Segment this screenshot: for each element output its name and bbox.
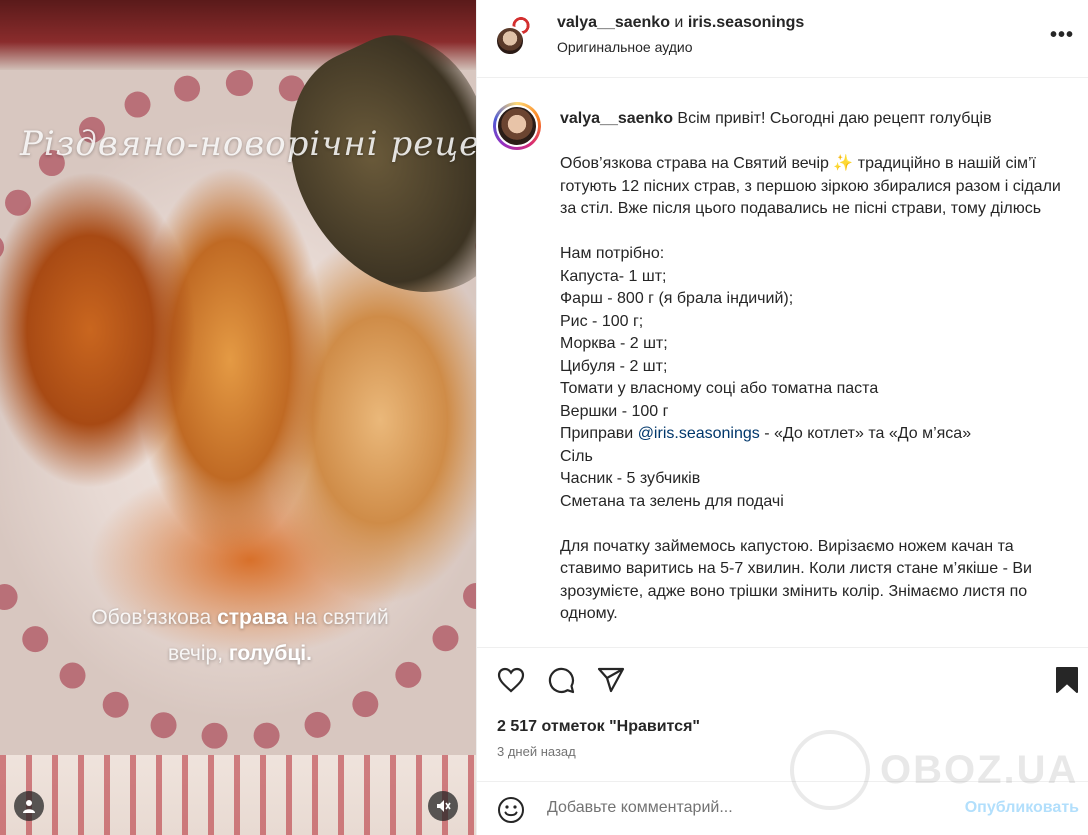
list-item: Рис - 100 г; xyxy=(560,312,644,330)
save-button[interactable] xyxy=(1051,664,1083,696)
post-details-panel: valya__saenko и iris.seasonings Оригинал… xyxy=(476,0,1088,835)
avatar[interactable] xyxy=(493,102,541,150)
user-icon xyxy=(23,800,35,813)
more-options-icon[interactable]: ••• xyxy=(1050,24,1074,47)
list-item: Фарш - 800 г (я брала індичий); xyxy=(560,290,794,307)
caption-paragraph: Для початку займемось капустою. Вирізаєм… xyxy=(560,537,1032,623)
video-subtitle: Обов'язкова страва на святий вечір, голу… xyxy=(91,606,389,665)
collaborator-link[interactable]: iris.seasonings xyxy=(688,14,805,31)
watermark: OBOZ.UA xyxy=(790,720,1080,820)
list-item: Приправи @iris.seasonings - «До котлет» … xyxy=(560,425,972,442)
comments-section[interactable]: valya__saenko Всім привіт! Сьогодні даю … xyxy=(477,78,1088,646)
paper-plane-icon xyxy=(597,667,625,693)
tagged-users-button[interactable] xyxy=(14,791,44,821)
post-timestamp[interactable]: 3 дней назад xyxy=(497,744,576,759)
tablecloth-embroidery xyxy=(0,755,476,835)
list-item: Сіль xyxy=(560,447,593,465)
likes-count[interactable]: 2 517 отметок "Нравится" xyxy=(497,718,700,736)
mute-button[interactable] xyxy=(428,791,458,821)
post-caption: valya__saenko Всім привіт! Сьогодні даю … xyxy=(560,108,1070,626)
list-item: Часник - 5 зубчиків xyxy=(560,470,701,487)
speaker-muted-icon xyxy=(437,800,451,812)
avatar xyxy=(495,26,525,56)
post-video[interactable]: Різдвяно-новорічні рецепти Обов'язкова с… xyxy=(0,0,476,835)
heart-icon xyxy=(497,667,525,693)
list-item: Капуста- 1 шт; xyxy=(560,267,667,285)
list-item: Вершки - 100 г xyxy=(560,402,669,420)
video-overlay-title: Різдвяно-новорічні рецепти xyxy=(20,124,476,164)
collab-avatars[interactable] xyxy=(495,14,537,56)
list-item: Морква - 2 шт; xyxy=(560,335,668,352)
ingredients-title: Нам потрібно: xyxy=(560,245,665,262)
watermark-logo-icon xyxy=(790,730,870,810)
comment-button[interactable] xyxy=(545,664,577,696)
emoji-button[interactable] xyxy=(497,796,525,824)
caption-username[interactable]: valya__saenko xyxy=(560,110,673,127)
mention-link[interactable]: @iris.seasonings xyxy=(638,425,760,442)
audio-link[interactable]: Оригинальное аудио xyxy=(557,39,693,55)
author-names: valya__saenko и iris.seasonings xyxy=(557,14,805,31)
author-link[interactable]: valya__saenko xyxy=(557,14,670,31)
list-item: Цибуля - 2 шт; xyxy=(560,357,668,375)
bookmark-icon xyxy=(1056,667,1078,693)
list-item: Сметана та зелень для подачі xyxy=(560,492,784,510)
like-button[interactable] xyxy=(495,664,527,696)
caption-paragraph: Обов’язкова страва на Святий вечір ✨ тра… xyxy=(560,155,1061,217)
post-header: valya__saenko и iris.seasonings Оригинал… xyxy=(477,0,1088,78)
list-item: Томати у власному соці або томатна паста xyxy=(560,380,879,397)
comment-icon xyxy=(548,667,575,694)
smiley-icon xyxy=(498,797,524,823)
share-button[interactable] xyxy=(595,664,627,696)
comment-input[interactable]: Добавьте комментарий... xyxy=(547,799,733,817)
